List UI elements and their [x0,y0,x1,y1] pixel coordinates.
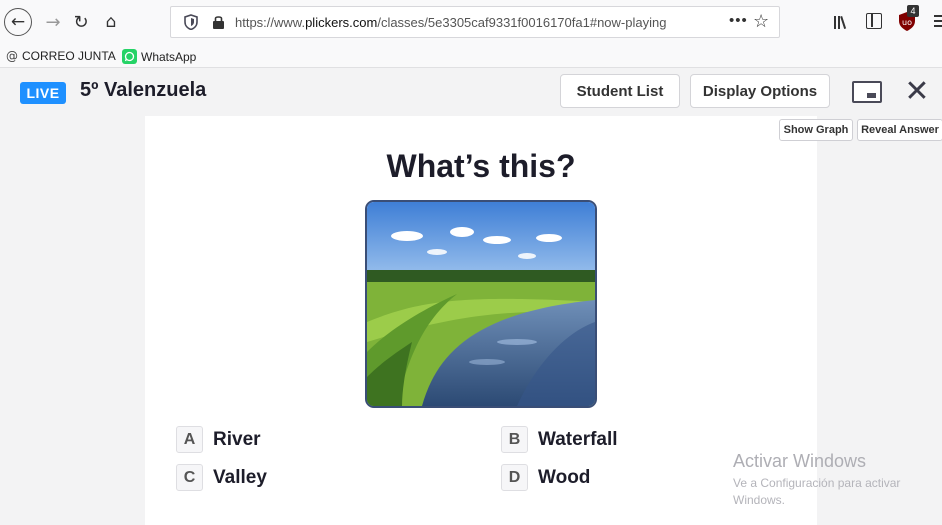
watermark-line: Windows. [733,493,786,507]
choice-letter: A [176,426,203,453]
svg-text:uo: uo [902,18,912,27]
bookmark-label: WhatsApp [141,49,197,64]
windows-activation-watermark: Activar Windows Ve a Configuración para … [733,451,900,509]
show-graph-button[interactable]: Show Graph [779,119,853,141]
reload-icon[interactable]: ↻ [70,10,92,34]
ublock-badge: 4 [907,5,919,17]
choice-text: Valley [213,466,267,488]
choice-text: Wood [538,466,591,488]
choice-text: River [213,428,261,450]
question-text: What’s this? [386,148,576,184]
sidebar-icon[interactable] [866,13,882,29]
student-list-button[interactable]: Student List [560,74,680,108]
home-icon[interactable]: ⌂ [100,10,122,34]
address-bar[interactable]: https://www.plickers.com/classes/5e3305c… [170,6,780,38]
question-image [365,200,597,408]
watermark-title: Activar Windows [733,451,867,471]
watermark-line: Ve a Configuración para activar [733,476,901,490]
app-header: LIVE 5º Valenzuela Student List Display … [0,68,942,116]
bookmark-star-icon[interactable]: ☆ [753,11,769,32]
back-arrow-icon[interactable]: ← [4,8,32,36]
page-actions-icon[interactable]: ••• [729,12,748,29]
shield-icon[interactable] [184,14,198,30]
minimize-window-icon[interactable] [852,81,882,103]
reveal-answer-button[interactable]: Reveal Answer [857,119,942,141]
choice-b[interactable]: B Waterfall [501,426,618,453]
bookmark-whatsapp[interactable]: WhatsApp [122,49,196,64]
hamburger-menu-icon[interactable] [934,15,942,30]
bookmark-label: CORREO JUNTA [22,49,116,63]
choice-d[interactable]: D Wood [501,464,590,491]
at-sign-icon: @ [6,49,18,63]
bookmark-correo-junta[interactable]: @ CORREO JUNTA [6,49,116,63]
live-badge: LIVE [20,82,66,104]
browser-toolbar: ← → ↻ ⌂ https://www.plickers.com/classes… [0,0,942,46]
close-icon[interactable]: ✕ [902,74,932,109]
choice-letter: D [501,464,528,491]
url-text[interactable]: https://www.plickers.com/classes/5e3305c… [235,15,666,30]
choice-letter: C [176,464,203,491]
display-options-button[interactable]: Display Options [690,74,830,108]
lock-icon[interactable] [212,14,225,30]
class-title: 5º Valenzuela [80,79,207,101]
library-icon[interactable] [832,12,852,32]
question-slide: What’s this? A River B Waterfall C Valle… [145,116,817,525]
choice-letter: B [501,426,528,453]
choice-a[interactable]: A River [176,426,261,453]
choice-c[interactable]: C Valley [176,464,267,491]
forward-arrow-icon[interactable]: → [42,10,64,34]
bookmarks-bar: @ CORREO JUNTA WhatsApp [0,46,942,68]
url-domain: plickers.com [305,15,378,30]
whatsapp-icon [122,49,137,64]
choice-text: Waterfall [538,428,618,450]
